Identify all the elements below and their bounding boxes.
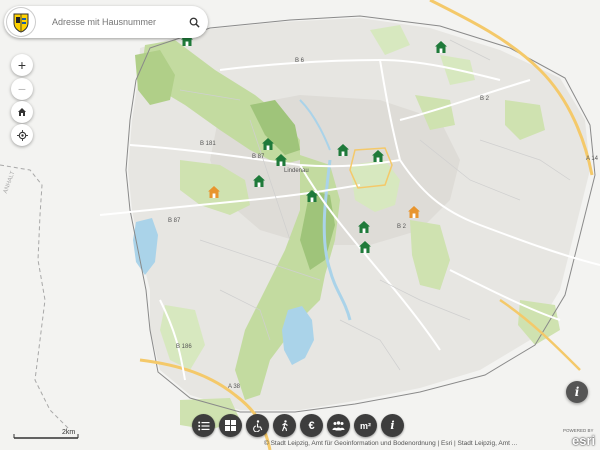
info-button[interactable]: i [566,381,588,403]
wheelchair-icon [252,419,262,432]
zoom-out-button[interactable]: − [11,78,33,100]
map-attribution: © Stadt Leipzig, Amt für Geoinformation … [264,440,518,447]
locate-icon [16,129,28,141]
grid-button[interactable] [219,414,242,437]
road-label: B 2 [397,224,407,230]
walking-button[interactable] [273,414,296,437]
road-label: B 2 [480,96,490,102]
road-label: B 87 [252,154,265,160]
home-icon [18,108,26,116]
home-button[interactable] [11,101,33,123]
search-bar [4,6,208,38]
city-map[interactable]: B 6 B 181 B 87 B 2 B 87 B 186 B 2 A 38 A… [0,0,600,450]
list-icon [197,421,209,430]
scale-label: 2km [62,429,75,436]
search-button[interactable] [183,11,205,33]
accessibility-button[interactable] [246,414,269,437]
zoom-in-button[interactable]: + [11,54,33,76]
list-button[interactable] [192,414,215,437]
road-label: B 181 [200,141,216,147]
city-logo[interactable] [6,7,36,37]
price-button[interactable]: € [300,414,323,437]
area-button[interactable]: m² [354,414,377,437]
esri-logo: esri [572,433,596,448]
locate-button[interactable] [11,124,33,146]
bottom-toolbar: € m² i [192,414,410,440]
place-label: Lindenau [284,168,309,174]
road-label: A 14 [586,156,599,162]
info-tool-button[interactable]: i [381,414,404,437]
road-label: A 38 [228,384,241,390]
people-button[interactable] [327,414,350,437]
search-icon [189,17,200,28]
road-label: B 6 [295,58,305,64]
address-search-input[interactable] [44,12,180,32]
road-label: B 87 [168,218,181,224]
grid-icon [225,420,236,431]
people-icon [332,420,345,430]
road-label: B 186 [176,344,192,350]
walking-icon [281,419,288,431]
